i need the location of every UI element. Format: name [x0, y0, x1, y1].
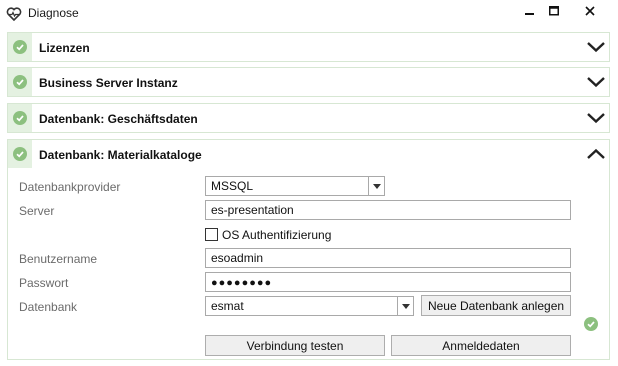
server-input[interactable]: es-presentation [205, 200, 571, 220]
section-title: Datenbank: Geschäftsdaten [39, 112, 198, 126]
password-value: ●●●●●●●● [211, 277, 273, 289]
chevron-down-icon[interactable] [586, 40, 606, 54]
section-materialkataloge[interactable]: Datenbank: Materialkataloge [7, 139, 610, 169]
new-database-button[interactable]: Neue Datenbank anlegen [421, 295, 571, 316]
database-label: Datenbank [19, 300, 78, 314]
os-auth-label[interactable]: OS Authentifizierung [222, 228, 331, 242]
chevron-down-icon[interactable] [586, 111, 606, 125]
title-bar: Diagnose [0, 0, 618, 28]
maximize-button[interactable] [540, 2, 568, 22]
check-circle-icon [13, 111, 27, 125]
maximize-icon [549, 5, 559, 19]
chevron-down-icon[interactable] [586, 75, 606, 89]
credentials-button[interactable]: Anmeldedaten [391, 335, 571, 356]
provider-value: MSSQL [211, 179, 254, 193]
dropdown-arrow-icon[interactable] [368, 177, 384, 195]
provider-label: Datenbankprovider [19, 180, 121, 194]
username-label: Benutzername [19, 252, 98, 266]
password-input[interactable]: ●●●●●●●● [205, 272, 571, 292]
chevron-up-icon[interactable] [586, 147, 606, 161]
username-input[interactable]: esoadmin [205, 248, 571, 268]
connection-status-check-icon [584, 317, 598, 331]
username-value: esoadmin [211, 251, 264, 265]
section-title: Datenbank: Materialkataloge [39, 148, 202, 162]
os-auth-checkbox[interactable] [205, 228, 218, 241]
section-lizenzen[interactable]: Lizenzen [7, 32, 610, 62]
heart-pulse-icon [6, 6, 22, 22]
database-value: esmat [211, 299, 244, 313]
check-circle-icon [13, 40, 27, 54]
minimize-icon [525, 5, 535, 19]
section-business-server[interactable]: Business Server Instanz [7, 67, 610, 97]
server-value: es-presentation [211, 203, 294, 217]
password-label: Passwort [19, 276, 69, 290]
database-select[interactable]: esmat [205, 296, 414, 316]
test-connection-button[interactable]: Verbindung testen [205, 335, 385, 356]
dropdown-arrow-icon[interactable] [397, 297, 413, 315]
check-circle-icon [13, 147, 27, 161]
close-button[interactable] [576, 2, 604, 22]
section-geschaeftsdaten[interactable]: Datenbank: Geschäftsdaten [7, 103, 610, 133]
check-circle-icon [13, 75, 27, 89]
section-title: Lizenzen [39, 41, 90, 55]
section-title: Business Server Instanz [39, 76, 178, 90]
close-icon [585, 5, 595, 19]
provider-select[interactable]: MSSQL [205, 176, 385, 196]
server-label: Server [19, 204, 55, 218]
window-title: Diagnose [28, 6, 79, 20]
